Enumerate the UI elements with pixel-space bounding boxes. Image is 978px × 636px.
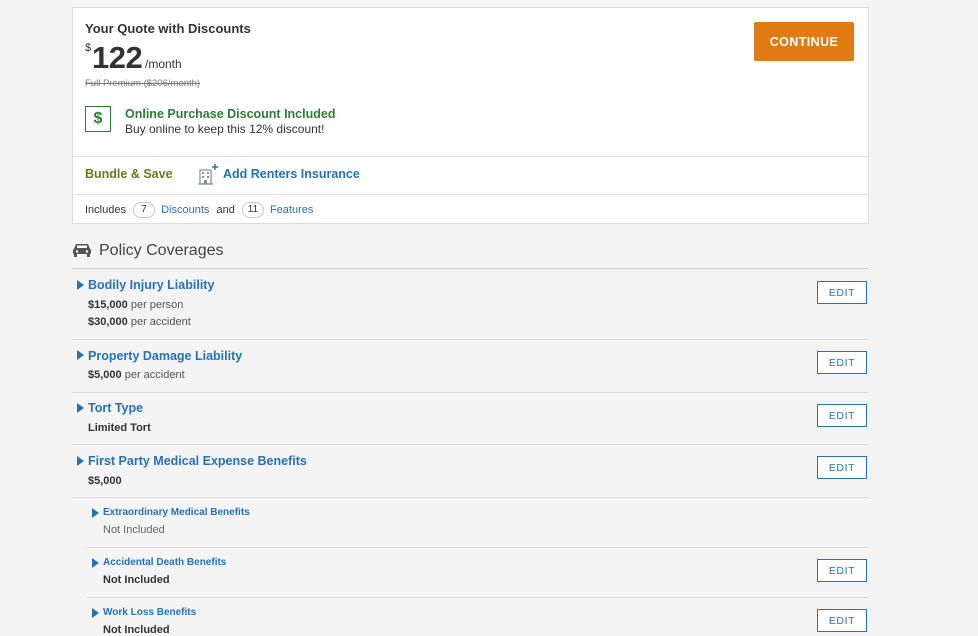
coverage-name[interactable]: Accidental Death Benefits xyxy=(103,557,226,568)
full-premium: Full Premium ($206/month) xyxy=(85,78,201,89)
includes-and: and xyxy=(216,204,235,216)
edit-button[interactable]: EDIT xyxy=(817,351,867,374)
coverage-accidental-death: Accidental Death Benefits Not Included E… xyxy=(87,548,868,598)
edit-button[interactable]: EDIT xyxy=(817,559,867,582)
edit-button[interactable]: EDIT xyxy=(817,404,867,427)
includes-prefix: Includes xyxy=(85,204,126,216)
expand-triangle-icon[interactable] xyxy=(77,456,84,466)
discount-subtitle: Buy online to keep this 12% discount! xyxy=(125,122,325,136)
discounts-count-badge: 7 xyxy=(133,202,156,218)
price-amount: 122 xyxy=(92,40,143,75)
car-icon xyxy=(73,244,91,257)
discounts-link[interactable]: Discounts xyxy=(161,204,209,216)
coverage-value: $30,000 per accident xyxy=(88,316,191,328)
policy-coverages-header: Policy Coverages xyxy=(72,240,868,269)
quote-card: Your Quote with Discounts $ 122 /month F… xyxy=(72,7,869,224)
building-plus-icon[interactable] xyxy=(197,163,219,185)
coverage-value: Not Included xyxy=(103,524,165,536)
coverage-value: Limited Tort xyxy=(88,422,151,434)
expand-triangle-icon[interactable] xyxy=(92,508,99,518)
coverage-value: $5,000 per accident xyxy=(88,369,185,381)
coverage-name[interactable]: Bodily Injury Liability xyxy=(88,278,214,292)
continue-button[interactable]: CONTINUE xyxy=(754,22,854,61)
bundle-save-label: Bundle & Save xyxy=(85,167,173,181)
price-period: /month xyxy=(145,57,182,71)
discount-title: Online Purchase Discount Included xyxy=(125,107,336,121)
edit-button[interactable]: EDIT xyxy=(817,609,867,632)
divider xyxy=(73,194,868,195)
divider xyxy=(73,156,868,157)
dollar-icon: $ xyxy=(85,106,111,132)
expand-triangle-icon[interactable] xyxy=(92,608,99,618)
edit-button[interactable]: EDIT xyxy=(817,456,867,479)
coverage-value: Not Included xyxy=(103,624,170,636)
features-count-badge: 11 xyxy=(241,202,264,218)
coverage-bodily-injury: Bodily Injury Liability $15,000 per pers… xyxy=(72,270,868,340)
features-link[interactable]: Features xyxy=(270,204,313,216)
coverage-value: $15,000 per person xyxy=(88,299,184,311)
quote-title: Your Quote with Discounts xyxy=(85,21,251,36)
edit-button[interactable]: EDIT xyxy=(817,281,867,304)
coverage-name[interactable]: Tort Type xyxy=(88,401,143,415)
coverage-property-damage: Property Damage Liability $5,000 per acc… xyxy=(72,340,868,393)
coverage-first-party-medical: First Party Medical Expense Benefits $5,… xyxy=(72,445,868,498)
expand-triangle-icon[interactable] xyxy=(77,403,84,413)
add-renters-insurance-link[interactable]: Add Renters Insurance xyxy=(223,167,360,181)
expand-triangle-icon[interactable] xyxy=(77,280,84,290)
includes-row: Includes 7 Discounts and 11 Features xyxy=(85,202,313,218)
coverage-name[interactable]: First Party Medical Expense Benefits xyxy=(88,454,307,468)
coverage-value: $5,000 xyxy=(88,475,122,487)
expand-triangle-icon[interactable] xyxy=(92,558,99,568)
coverage-name[interactable]: Work Loss Benefits xyxy=(103,607,196,618)
price-currency: $ xyxy=(85,42,92,54)
expand-triangle-icon[interactable] xyxy=(77,350,84,360)
coverage-name[interactable]: Property Damage Liability xyxy=(88,349,242,363)
policy-coverages-title: Policy Coverages xyxy=(99,242,224,259)
coverage-name[interactable]: Extraordinary Medical Benefits xyxy=(103,507,250,518)
coverage-work-loss: Work Loss Benefits Not Included EDIT xyxy=(87,598,868,636)
coverage-extraordinary-medical: Extraordinary Medical Benefits Not Inclu… xyxy=(87,498,868,548)
coverage-tort-type: Tort Type Limited Tort EDIT xyxy=(72,393,868,445)
coverage-value: Not Included xyxy=(103,574,170,586)
